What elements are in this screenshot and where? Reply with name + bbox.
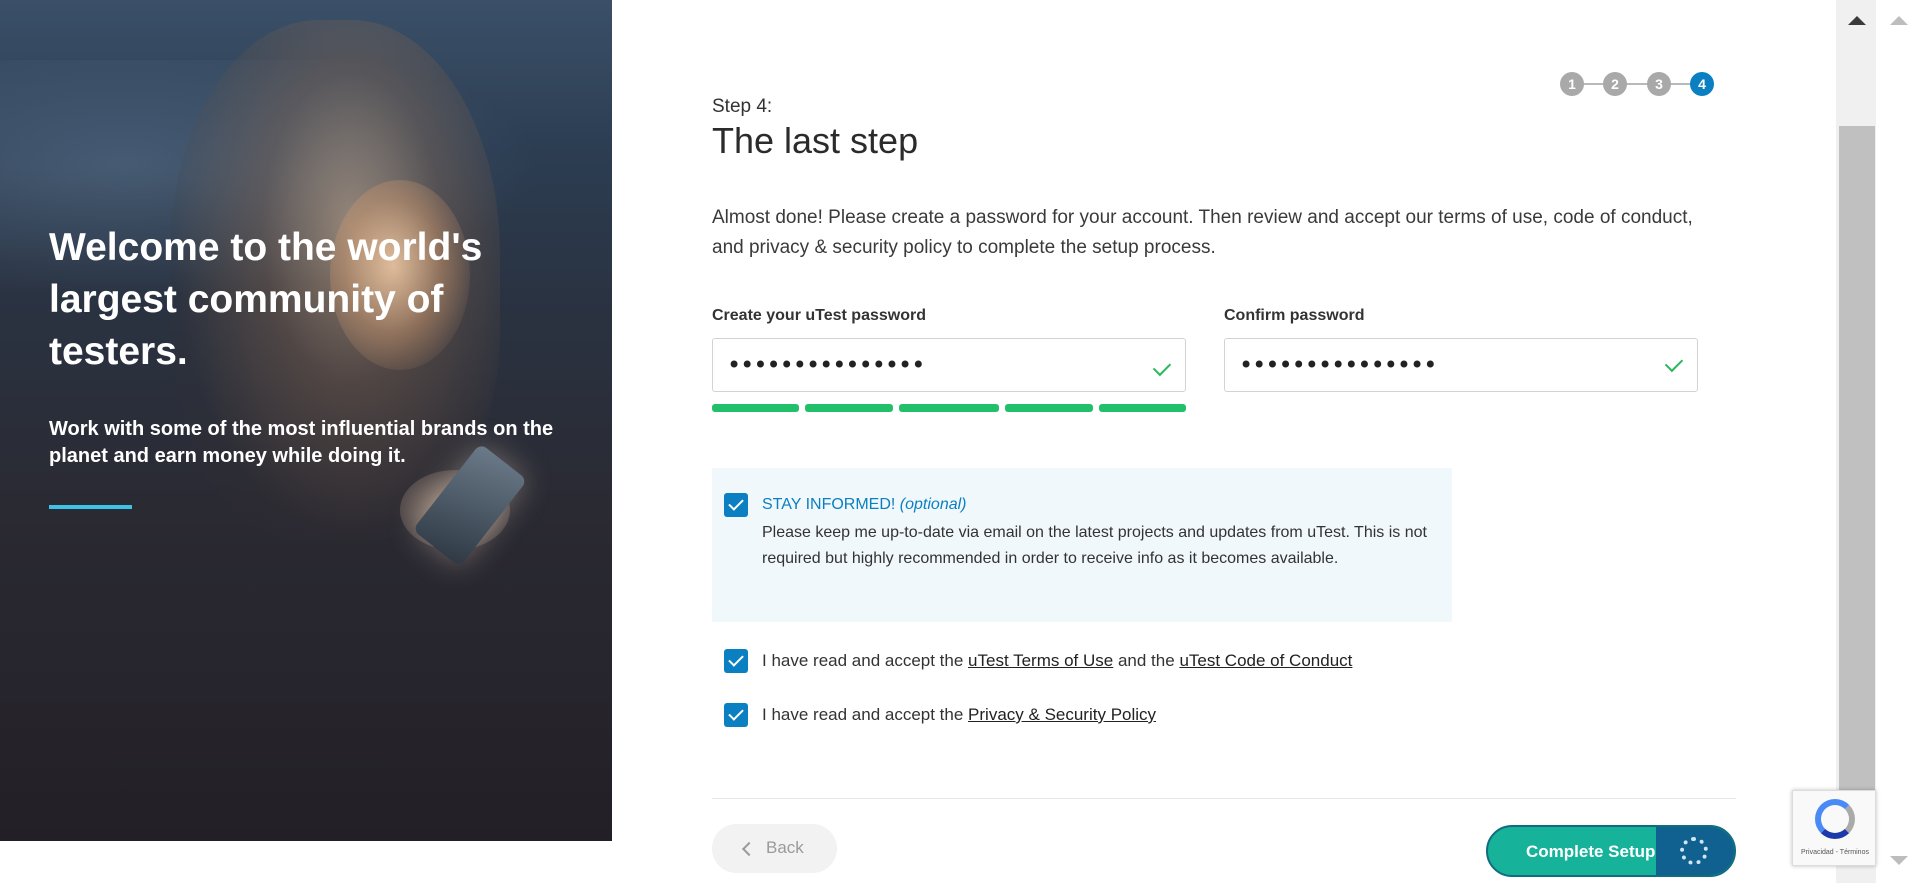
step-label: Step 4:: [712, 96, 773, 117]
checkmark-icon: [1152, 357, 1172, 377]
complete-setup-button[interactable]: Complete Setup: [1486, 825, 1736, 877]
scroll-up-arrow-icon[interactable]: [1890, 16, 1908, 25]
scroll-up-arrow-icon[interactable]: [1848, 16, 1866, 25]
terms-of-use-link[interactable]: uTest Terms of Use: [968, 651, 1113, 670]
back-button-label: Back: [766, 838, 804, 857]
terms-prefix: I have read and accept the: [762, 651, 964, 670]
strength-segment: [805, 404, 893, 412]
privacy-policy-link[interactable]: Privacy & Security Policy: [968, 705, 1156, 724]
back-button[interactable]: Back: [712, 824, 837, 873]
step-1-indicator: 1: [1560, 72, 1584, 96]
strength-segment: [1099, 404, 1186, 412]
password-strength-meter: [712, 404, 1186, 412]
footer-divider: [712, 798, 1736, 799]
terms-checkbox[interactable]: [724, 649, 748, 673]
strength-segment: [899, 404, 999, 412]
confirm-password-value: •••••••••••••••: [1239, 351, 1437, 379]
recaptcha-text: Privacidad - Términos: [1801, 849, 1869, 856]
hero-accent-rule: [49, 505, 132, 509]
scrollbar-thumb[interactable]: [1839, 126, 1875, 792]
recaptcha-badge[interactable]: Privacidad - Términos: [1792, 790, 1876, 866]
step-3-indicator: 3: [1647, 72, 1671, 96]
password-value: •••••••••••••••: [727, 351, 925, 379]
recaptcha-logo-icon: [1815, 799, 1855, 839]
stay-informed-checkbox[interactable]: [724, 493, 748, 517]
progress-stepper: 1 2 3 4: [1560, 72, 1720, 96]
page-title: The last step: [712, 120, 919, 161]
password-field[interactable]: •••••••••••••••: [712, 338, 1186, 392]
stay-informed-title: STAY INFORMED! (optional): [762, 496, 967, 514]
strength-segment: [1005, 404, 1093, 412]
privacy-statement: I have read and accept the Privacy & Sec…: [762, 705, 1156, 725]
hero-panel: Welcome to the world's largest community…: [0, 0, 612, 841]
terms-middle: and the: [1117, 651, 1175, 670]
hero-subtitle: Work with some of the most influential b…: [49, 418, 554, 467]
confirm-password-label: Confirm password: [1224, 307, 1365, 324]
hero-title: Welcome to the world's largest community…: [49, 226, 483, 373]
optional-tag: (optional): [899, 496, 967, 513]
scroll-down-arrow-icon[interactable]: [1890, 856, 1908, 865]
intro-text: Almost done! Please create a password fo…: [712, 207, 1693, 258]
stay-informed-text: Please keep me up-to-date via email on t…: [762, 524, 1427, 567]
terms-statement: I have read and accept the uTest Terms o…: [762, 651, 1352, 671]
complete-setup-label: Complete Setup: [1526, 842, 1656, 861]
privacy-prefix: I have read and accept the: [762, 705, 964, 724]
step-4-indicator: 4: [1690, 72, 1714, 96]
checkmark-icon: [1664, 353, 1684, 373]
code-of-conduct-link[interactable]: uTest Code of Conduct: [1179, 651, 1352, 670]
stay-informed-heading: STAY INFORMED!: [762, 496, 896, 513]
confirm-password-field[interactable]: •••••••••••••••: [1224, 338, 1698, 392]
step-2-indicator: 2: [1603, 72, 1627, 96]
loading-indicator: [1656, 827, 1734, 875]
spinner-icon: [1680, 837, 1708, 865]
password-label: Create your uTest password: [712, 307, 926, 324]
stepper-line: [1572, 83, 1702, 85]
chevron-left-icon: [741, 841, 757, 857]
strength-segment: [712, 404, 799, 412]
privacy-checkbox[interactable]: [724, 703, 748, 727]
